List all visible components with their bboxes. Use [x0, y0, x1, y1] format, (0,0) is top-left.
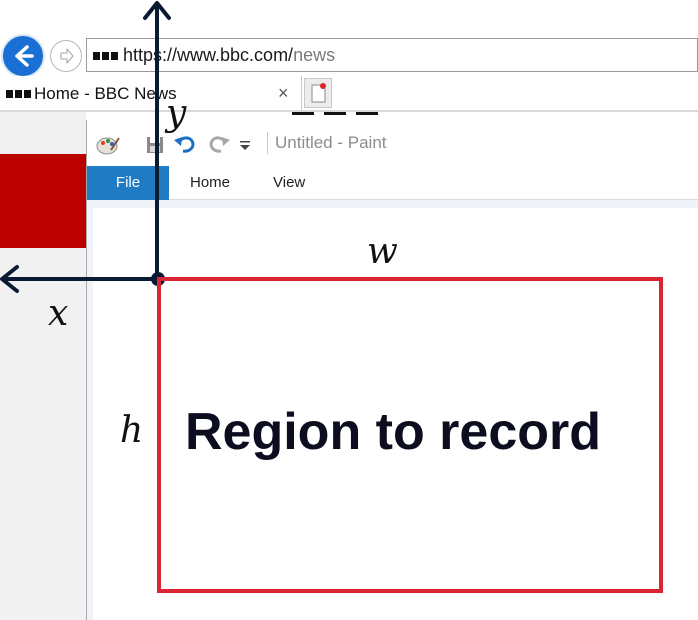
annotation-overlay: y x w h Region to record	[0, 0, 698, 620]
w-label: w	[367, 231, 398, 272]
x-label: x	[48, 293, 69, 334]
y-label: y	[166, 93, 187, 134]
h-label: h	[120, 410, 144, 451]
region-label: Region to record	[185, 403, 602, 461]
